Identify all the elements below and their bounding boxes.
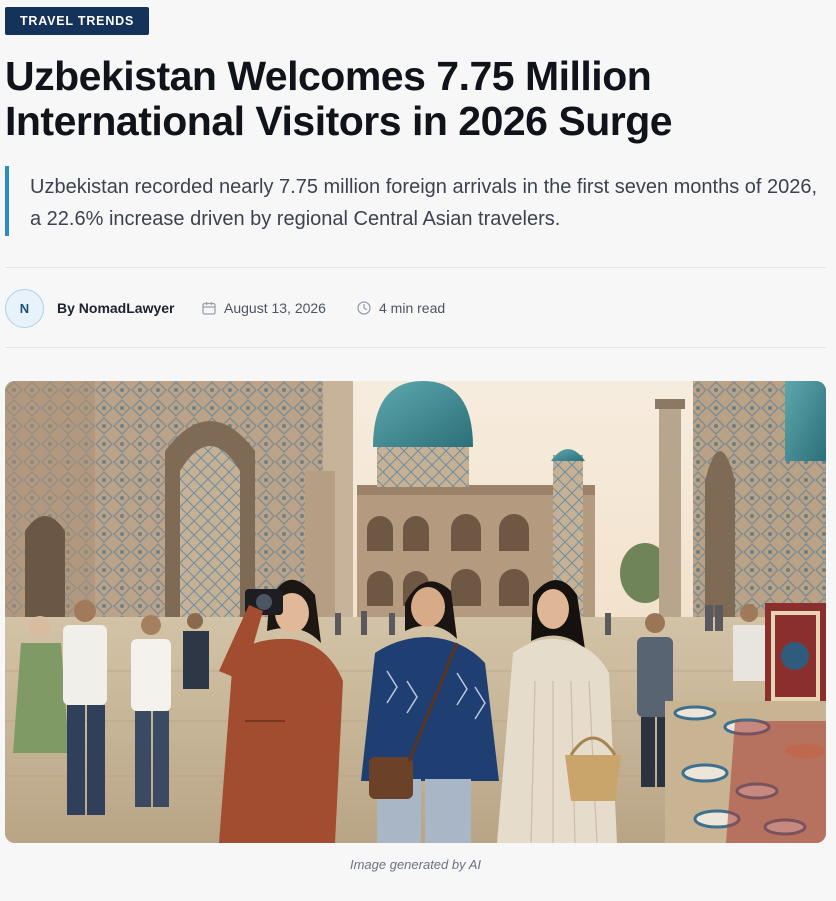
- article-meta: N By NomadLawyer August 13, 2026 4 min r…: [5, 267, 826, 348]
- author-avatar[interactable]: N: [5, 289, 44, 328]
- calendar-icon: [202, 302, 216, 315]
- article-lede: Uzbekistan recorded nearly 7.75 million …: [5, 166, 826, 236]
- publish-date: August 13, 2026: [224, 300, 326, 316]
- registan-travel-illustration: [5, 381, 826, 843]
- hero-image: [5, 381, 826, 843]
- clock-icon: [357, 301, 371, 315]
- read-time: 4 min read: [379, 300, 446, 316]
- article-title: Uzbekistan Welcomes 7.75 Million Interna…: [5, 53, 673, 144]
- author-byline[interactable]: By NomadLawyer: [57, 300, 174, 316]
- image-caption: Image generated by AI: [349, 857, 482, 872]
- category-tag[interactable]: TRAVEL TRENDS: [5, 7, 150, 35]
